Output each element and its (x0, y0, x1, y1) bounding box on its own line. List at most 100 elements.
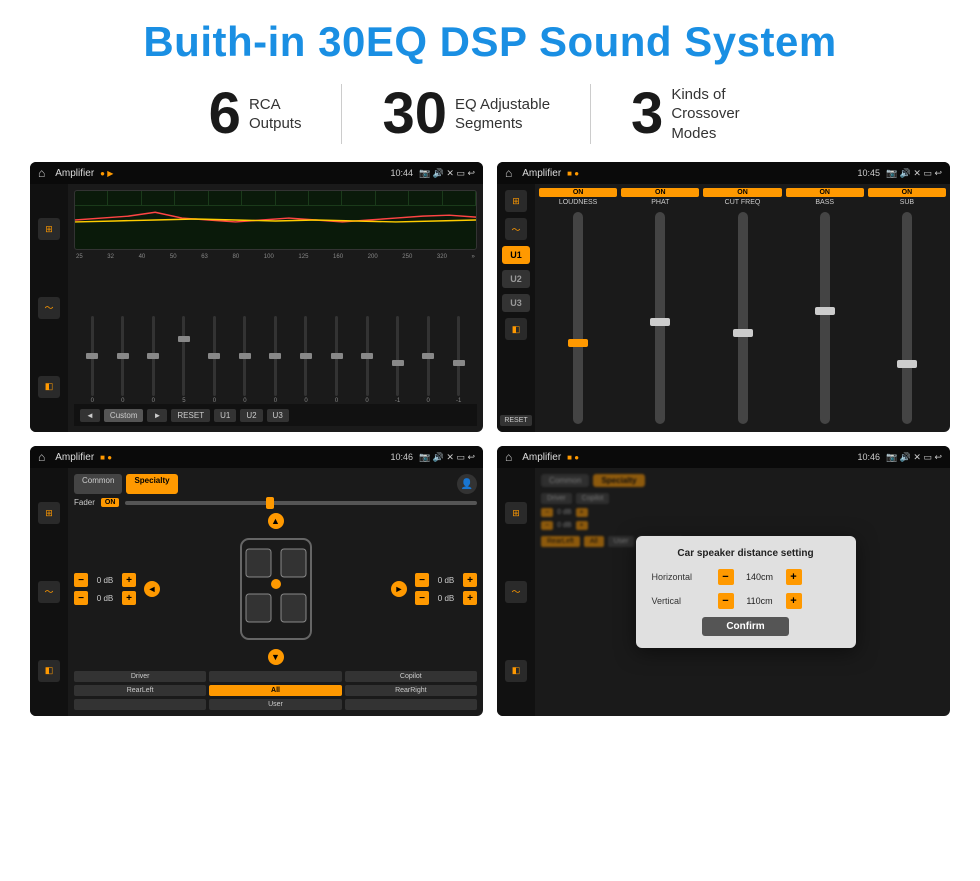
db-minus-3[interactable]: − (415, 573, 429, 587)
eq-slider-9[interactable]: 0 (322, 316, 351, 404)
eq-slider-3[interactable]: 0 (139, 316, 168, 404)
eq-slider-10[interactable]: 0 (353, 316, 382, 404)
dialog-vertical-minus[interactable]: − (718, 593, 734, 609)
eq-slider-8[interactable]: 0 (292, 316, 321, 404)
dialog-horizontal-minus[interactable]: − (718, 569, 734, 585)
eq-slider-2[interactable]: 0 (109, 316, 138, 404)
distance-status-bar: ⌂ Amplifier ■ ● 10:46 📷 🔊 ✕ ▭ ↩ (497, 446, 950, 468)
eq-slider-13[interactable]: -1 (444, 316, 473, 404)
spk-user-btn[interactable]: User (209, 699, 341, 710)
eq-sidebar-icon-3[interactable]: ◧ (38, 376, 60, 398)
dialog-title: Car speaker distance setting (652, 548, 840, 559)
speaker-content: ⊞ 〜 ◧ Common Specialty 👤 Fader O (30, 468, 483, 716)
eq-slider-6[interactable]: 0 (231, 316, 260, 404)
left-db-controls: − 0 dB + − 0 dB + (74, 511, 136, 667)
eq-prev-btn[interactable]: ◄ (80, 409, 100, 422)
distance-status-icons: 📷 🔊 ✕ ▭ ↩ (886, 452, 942, 463)
db-plus-4[interactable]: + (463, 591, 477, 605)
eq-freq-labels: 25 32 40 50 63 80 100 125 160 200 250 32… (74, 254, 477, 260)
spk-copilot-btn[interactable]: Copilot (345, 671, 477, 682)
cross-on-loudness[interactable]: ON (539, 188, 617, 197)
eq-sidebar-icon-2[interactable]: 〜 (38, 297, 60, 319)
speaker-status-bar: ⌂ Amplifier ■ ● 10:46 📷 🔊 ✕ ▭ ↩ (30, 446, 483, 468)
spk-rearright-btn[interactable]: RearRight (345, 685, 477, 696)
eq-bottom-bar: ◄ Custom ► RESET U1 U2 U3 (74, 404, 477, 426)
arrow-down[interactable]: ▼ (268, 649, 284, 665)
speaker-sidebar-icon-3[interactable]: ◧ (38, 660, 60, 682)
eq-u1-btn[interactable]: U1 (214, 409, 236, 422)
db-minus-4[interactable]: − (415, 591, 429, 605)
eq-slider-12[interactable]: 0 (414, 316, 443, 404)
eq-slider-track (457, 316, 460, 396)
eq-u3-btn[interactable]: U3 (267, 409, 289, 422)
db-minus-1[interactable]: − (74, 573, 88, 587)
speaker-time: 10:46 (390, 452, 413, 462)
eq-graph (74, 190, 477, 250)
speaker-app-title: Amplifier (55, 452, 94, 463)
eq-slider-track (396, 316, 399, 396)
speaker-sidebar-icon-1[interactable]: ⊞ (38, 502, 60, 524)
speaker-home-icon[interactable]: ⌂ (38, 450, 45, 464)
distance-tab-common: Common (541, 474, 589, 487)
cross-home-icon[interactable]: ⌂ (505, 166, 512, 180)
eq-home-icon[interactable]: ⌂ (38, 166, 45, 180)
dialog-vertical-plus[interactable]: + (786, 593, 802, 609)
cross-on-phat[interactable]: ON (621, 188, 699, 197)
db-value-3: 0 dB (432, 576, 460, 585)
eq-time: 10:44 (390, 168, 413, 178)
fader-slider[interactable] (125, 501, 477, 505)
cross-sidebar-icon-2[interactable]: 〜 (505, 218, 527, 240)
cross-u2-btn[interactable]: U2 (502, 270, 530, 288)
cross-u1-btn[interactable]: U1 (502, 246, 530, 264)
cross-on-cutfreq[interactable]: ON (703, 188, 781, 197)
screen-eq: ⌂ Amplifier ● ▶ 10:44 📷 🔊 ✕ ▭ ↩ ⊞ 〜 ◧ (30, 162, 483, 432)
db-plus-1[interactable]: + (122, 573, 136, 587)
distance-sidebar-icon-2[interactable]: 〜 (505, 581, 527, 603)
eq-slider-1[interactable]: 0 (78, 316, 107, 404)
db-plus-2[interactable]: + (122, 591, 136, 605)
spk-all-btn[interactable]: All (209, 685, 341, 696)
cross-sidebar-icon-1[interactable]: ⊞ (505, 190, 527, 212)
arrow-left[interactable]: ◄ (144, 581, 160, 597)
cross-module-cutfreq: ON CUT FREQ (703, 188, 781, 428)
fader-on-badge[interactable]: ON (101, 498, 120, 507)
eq-slider-5[interactable]: 0 (200, 316, 229, 404)
eq-slider-7[interactable]: 0 (261, 316, 290, 404)
eq-sidebar-icon-1[interactable]: ⊞ (38, 218, 60, 240)
db-minus-2[interactable]: − (74, 591, 88, 605)
cross-label-cutfreq: CUT FREQ (725, 199, 761, 206)
eq-status-dots: ● ▶ (100, 169, 113, 178)
distance-content: ⊞ 〜 ◧ Common Specialty Driver Copilot (497, 468, 950, 716)
cross-reset-btn[interactable]: RESET (500, 415, 531, 426)
distance-home-icon[interactable]: ⌂ (505, 450, 512, 464)
cross-sidebar-icon-3[interactable]: ◧ (505, 318, 527, 340)
eq-play-btn[interactable]: ► (147, 409, 167, 422)
spk-driver-btn[interactable]: Driver (74, 671, 206, 682)
stat-eq: 30 EQ AdjustableSegments (342, 85, 590, 143)
dialog-vertical-row: Vertical − 110cm + (652, 593, 840, 609)
eq-slider-thumb (392, 360, 404, 366)
eq-custom-btn[interactable]: Custom (104, 409, 144, 422)
arrow-right[interactable]: ► (391, 581, 407, 597)
cross-u3-btn[interactable]: U3 (502, 294, 530, 312)
spk-rearleft-btn[interactable]: RearLeft (74, 685, 206, 696)
eq-u2-btn[interactable]: U2 (240, 409, 262, 422)
tab-common[interactable]: Common (74, 474, 122, 494)
speaker-sidebar-icon-2[interactable]: 〜 (38, 581, 60, 603)
settings-icon[interactable]: 👤 (457, 474, 477, 494)
eq-slider-thumb (147, 353, 159, 359)
dialog-horizontal-plus[interactable]: + (786, 569, 802, 585)
distance-sidebar-icon-3[interactable]: ◧ (505, 660, 527, 682)
eq-slider-track (243, 316, 246, 396)
db-plus-3[interactable]: + (463, 573, 477, 587)
arrow-up[interactable]: ▲ (268, 513, 284, 529)
cross-on-bass[interactable]: ON (786, 188, 864, 197)
eq-reset-btn[interactable]: RESET (171, 409, 210, 422)
eq-slider-4[interactable]: 5 (170, 316, 199, 404)
distance-sidebar-icon-1[interactable]: ⊞ (505, 502, 527, 524)
cross-on-sub[interactable]: ON (868, 188, 946, 197)
confirm-button[interactable]: Confirm (702, 617, 788, 636)
eq-slider-thumb (208, 353, 220, 359)
tab-specialty[interactable]: Specialty (126, 474, 177, 494)
eq-slider-11[interactable]: -1 (383, 316, 412, 404)
